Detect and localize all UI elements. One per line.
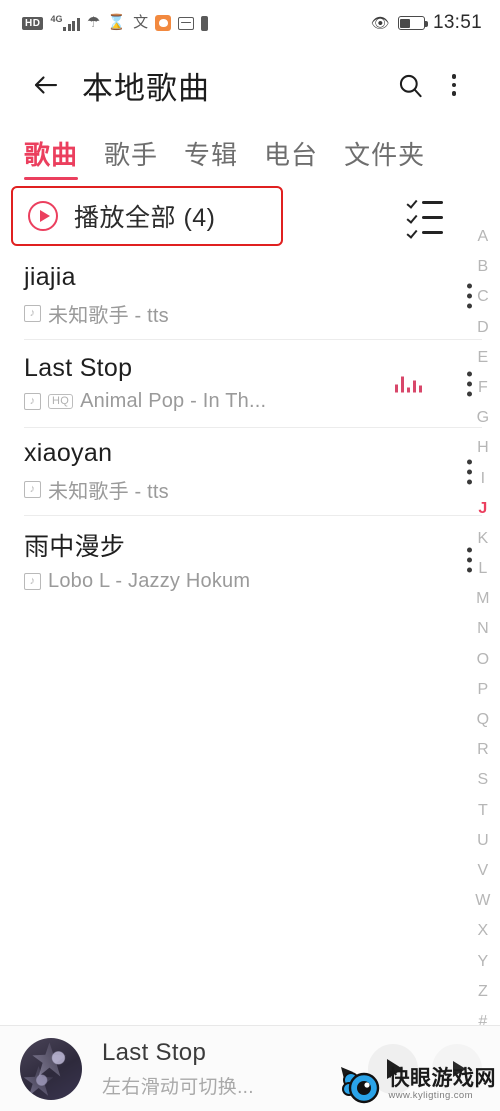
alpha-index-letter-X[interactable]: X (478, 916, 489, 946)
checklist-icon (408, 198, 444, 207)
weather-app-icon (155, 15, 172, 31)
wifi-icon: ☂ (86, 14, 101, 31)
music-file-icon: ♪ (24, 305, 41, 322)
overflow-menu-button[interactable] (432, 63, 476, 107)
song-subtitle: Animal Pop - In Th... (80, 390, 267, 412)
tab-songs[interactable]: 歌曲 (24, 135, 79, 180)
alpha-index-letter-O[interactable]: O (477, 645, 490, 675)
hourglass-icon: ⌛ (107, 14, 127, 31)
app-screen: HD 4G ☂ ⌛ 文 👁 13:51 本地歌曲 歌曲 歌手 专辑 电台 文件夹… (0, 0, 500, 1111)
multiselect-button[interactable] (408, 198, 444, 234)
input-method-icon: 文 (133, 14, 149, 31)
song-subtitle: 未知歌手 - tts (48, 305, 169, 327)
music-file-icon: ♪ (24, 573, 41, 590)
back-button[interactable] (26, 65, 66, 105)
alpha-index-letter-S[interactable]: S (478, 765, 489, 795)
song-subtitle: Lobo L - Jazzy Hokum (48, 570, 251, 592)
song-subtitle-row: ♪ Lobo L - Jazzy Hokum (24, 570, 482, 593)
alpha-index-letter-F[interactable]: F (478, 373, 488, 403)
alpha-index-letter-Z[interactable]: Z (478, 977, 488, 1007)
song-list: jiajia ♪ 未知歌手 - tts Last Stop ♪ HQ Anima… (0, 252, 500, 604)
status-bar-left: HD 4G ☂ ⌛ 文 (22, 14, 209, 31)
song-subtitle-row: ♪ 未知歌手 - tts (24, 299, 482, 328)
alpha-index-letter-B[interactable]: B (478, 252, 489, 282)
alpha-index-letter-P[interactable]: P (478, 675, 489, 705)
alpha-index-letter-V[interactable]: V (478, 856, 489, 886)
alpha-index-letter-A[interactable]: A (478, 222, 489, 252)
hq-badge: HQ (48, 394, 74, 409)
tab-artists[interactable]: 歌手 (104, 135, 158, 180)
kebab-menu-icon (451, 74, 457, 96)
alpha-index-letter-L[interactable]: L (478, 554, 487, 584)
network-type-label: 4G (50, 14, 63, 24)
arrow-left-icon (34, 76, 58, 94)
app-bar: 本地歌曲 (0, 46, 500, 124)
watermark-logo-icon (337, 1063, 383, 1107)
watermark-text: 快眼游戏网 www.kyligting.com (389, 1068, 497, 1102)
album-art (20, 1037, 82, 1100)
song-subtitle: 未知歌手 - tts (48, 481, 169, 503)
alpha-index-letter-T[interactable]: T (478, 796, 488, 826)
battery-small-icon (201, 15, 209, 31)
alpha-index-letter-Y[interactable]: Y (478, 947, 489, 977)
alpha-index-letter-Q[interactable]: Q (477, 705, 490, 735)
song-title: jiajia (24, 263, 76, 291)
play-all-label: 播放全部 (4) (74, 204, 216, 232)
tab-albums[interactable]: 专辑 (184, 135, 238, 180)
song-title: 雨中漫步 (24, 533, 126, 561)
eye-comfort-icon: 👁 (370, 15, 390, 32)
search-button[interactable] (388, 63, 432, 107)
alpha-index-letter-K[interactable]: K (478, 524, 489, 554)
mail-icon (178, 16, 195, 30)
tab-folders[interactable]: 文件夹 (344, 135, 425, 180)
alpha-index-letter-J[interactable]: J (478, 494, 487, 524)
eyeball-logo-icon (340, 1067, 379, 1104)
alpha-index-letter-W[interactable]: W (475, 886, 490, 916)
status-bar-clock: 13:51 (432, 12, 482, 33)
play-all-button[interactable]: 播放全部 (4) (28, 198, 216, 234)
page-title: 本地歌曲 (82, 70, 210, 106)
alpha-index-letter-I[interactable]: I (481, 464, 486, 494)
signal-strength-bars (63, 17, 80, 31)
swipe-hint-text: 左右滑动可切换... (102, 1076, 254, 1098)
list-item[interactable]: jiajia ♪ 未知歌手 - tts (24, 252, 482, 340)
watermark-url: www.kyligting.com (388, 1090, 473, 1101)
now-playing-equalizer-icon (394, 375, 422, 392)
now-playing-title: Last Stop (102, 1038, 207, 1066)
mini-player-info: Last Stop 左右滑动可切换... (102, 1039, 354, 1099)
list-item[interactable]: Last Stop ♪ HQ Animal Pop - In Th... (24, 340, 482, 428)
hd-badge-icon: HD (22, 16, 44, 30)
alpha-index-letter-C[interactable]: C (477, 282, 489, 312)
alpha-index-letter-U[interactable]: U (477, 826, 489, 856)
site-watermark: 快眼游戏网 www.kyligting.com (337, 1063, 497, 1107)
tab-radio[interactable]: 电台 (264, 135, 318, 180)
alpha-index-letter-D[interactable]: D (477, 313, 489, 343)
alpha-index-letter-H[interactable]: H (477, 433, 489, 463)
checklist-icon-row2 (408, 213, 444, 222)
music-file-icon: ♪ (24, 481, 41, 498)
play-circle-icon (28, 201, 58, 231)
alpha-index-letter-E[interactable]: E (478, 343, 489, 373)
alphabet-index[interactable]: A B C D E F G H I J K L M N O P Q R S T U V W X Y Z # (466, 222, 500, 1037)
song-title: xiaoyan (24, 439, 113, 467)
watermark-name: 快眼游戏网 (388, 1067, 496, 1090)
status-bar: HD 4G ☂ ⌛ 文 👁 13:51 (0, 0, 500, 46)
checklist-icon-row3 (408, 228, 444, 237)
music-file-icon: ♪ (24, 393, 41, 410)
list-item[interactable]: xiaoyan ♪ 未知歌手 - tts (24, 428, 482, 516)
song-subtitle-row: ♪ HQ Animal Pop - In Th... (24, 390, 482, 413)
alpha-index-letter-R[interactable]: R (477, 735, 489, 765)
alpha-index-letter-G[interactable]: G (477, 403, 490, 433)
alpha-index-letter-N[interactable]: N (477, 614, 489, 644)
song-subtitle-row: ♪ 未知歌手 - tts (24, 475, 482, 504)
tab-bar: 歌曲 歌手 专辑 电台 文件夹 (0, 124, 500, 180)
play-all-row: 播放全部 (4) (0, 180, 500, 252)
list-item[interactable]: 雨中漫步 ♪ Lobo L - Jazzy Hokum (24, 516, 482, 604)
battery-icon (397, 16, 428, 30)
signal-bars-icon: 4G (50, 15, 80, 31)
alpha-index-letter-M[interactable]: M (476, 584, 490, 614)
search-icon (399, 74, 422, 97)
status-bar-right: 👁 13:51 (371, 12, 482, 34)
